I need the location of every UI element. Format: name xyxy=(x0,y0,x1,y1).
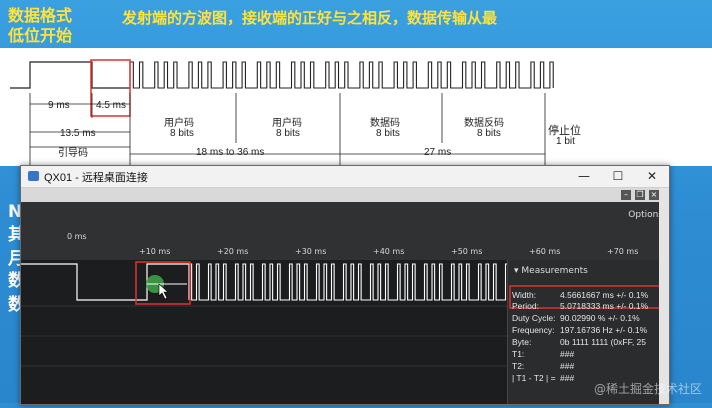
remote-desktop-icon xyxy=(28,171,39,181)
label-lead-code: 引导码 xyxy=(58,148,88,159)
watermark: @稀土掘金技术社区 xyxy=(593,382,702,396)
tick-label: +10 ms xyxy=(139,247,171,256)
measurement-value: 197.16736 Hz +/- 0.1% xyxy=(560,325,648,335)
tick-label: +60 ms xyxy=(529,247,561,256)
measurement-key: Frequency: xyxy=(512,325,555,335)
measurement-value: ### xyxy=(560,361,575,371)
measurement-value: 0b 1111 1111 (0xFF, 25 xyxy=(560,337,647,347)
captured-data-waveform xyxy=(188,263,509,301)
window-title: QX01 - 远程桌面连接 xyxy=(44,172,148,184)
tick-label: +20 ms xyxy=(217,247,249,256)
slide-title: 数据格式 低位开始 xyxy=(8,6,73,45)
measurement-value: ### xyxy=(560,349,575,359)
measurement-key: Width: xyxy=(512,290,537,300)
window-scrollbar[interactable] xyxy=(659,188,669,404)
toolbar-restore-icon[interactable]: ❐ xyxy=(635,190,645,200)
measurement-key: Duty Cycle: xyxy=(512,313,556,323)
tick-label: +50 ms xyxy=(451,247,483,256)
label-inverse-code-bits: 8 bits xyxy=(477,128,501,139)
measurement-row-period: Period: 5.0718333 ms +/- 0.1% xyxy=(512,301,648,311)
label-user-code-1: 用户码 xyxy=(164,118,194,129)
data-pulses xyxy=(129,61,554,89)
measurement-value: 4.5661667 ms +/- 0.1% xyxy=(560,290,649,300)
window-titlebar[interactable]: QX01 - 远程桌面连接 — ☐ ✕ xyxy=(21,166,669,188)
measurement-key: T1: xyxy=(512,349,525,359)
label-stop-bit-size: 1 bit xyxy=(556,136,575,147)
maximize-button[interactable]: ☐ xyxy=(601,166,635,187)
label-user-code-2-bits: 8 bits xyxy=(276,128,300,139)
label-4-5ms: 4.5 ms xyxy=(96,100,127,111)
label-13-5ms: 13.5 ms xyxy=(60,128,96,139)
label-user-code-1-bits: 8 bits xyxy=(170,128,194,139)
label-inverse-code: 数据反码 xyxy=(464,118,504,129)
measurement-row-t2: T2: ### xyxy=(512,361,574,371)
ir-timing-diagram: 9 ms 4.5 ms 13.5 ms 引导码 用户码 8 bits 用户码 8… xyxy=(0,48,712,166)
tick-label: +40 ms xyxy=(373,247,405,256)
label-user-code-2: 用户码 xyxy=(272,118,302,129)
measurement-value: 5.0718333 ms +/- 0.1% xyxy=(560,301,649,311)
measurement-key: Byte: xyxy=(512,337,532,347)
label-span-18-36: 18 ms to 36 ms xyxy=(196,147,265,158)
measurement-row-t1: T1: ### xyxy=(512,349,574,359)
lead-waveform xyxy=(10,61,130,89)
measurement-row-frequency: Frequency: 197.16736 Hz +/- 0.1% xyxy=(512,325,647,335)
measurement-value: ### xyxy=(560,373,575,383)
slide-subtitle: 发射端的方波图，接收端的正好与之相反，数据传输从最 xyxy=(122,9,498,27)
close-button[interactable]: ✕ xyxy=(635,166,669,187)
label-span-27: 27 ms xyxy=(424,147,452,158)
minimize-button[interactable]: — xyxy=(567,166,601,187)
label-9ms: 9 ms xyxy=(48,100,70,111)
captured-pulse-train xyxy=(188,263,509,301)
logic-trace-svg xyxy=(21,261,509,367)
remote-toolbar: – ❐ × xyxy=(21,188,669,202)
tick-label: +30 ms xyxy=(295,247,327,256)
measurement-key: T2: xyxy=(512,361,525,371)
toolbar-close-icon[interactable]: × xyxy=(649,190,659,200)
measurement-row-delta: | T1 - T2 | = ### xyxy=(512,373,574,383)
timeline-ruler[interactable]: Options 0 ms +10 ms +20 ms +30 ms +40 ms… xyxy=(21,202,669,260)
measurement-row-byte: Byte: 0b 1111 1111 (0xFF, 25 xyxy=(512,337,646,347)
measurement-row-duty: Duty Cycle: 90.02990 % +/- 0.1% xyxy=(512,313,640,323)
remote-desktop-window[interactable]: QX01 - 远程桌面连接 — ☐ ✕ – ❐ × Options 0 ms +… xyxy=(20,165,670,405)
measurement-row-width: Width: 4.5661667 ms +/- 0.1% xyxy=(512,290,648,300)
measurement-value: 90.02990 % +/- 0.1% xyxy=(560,313,640,323)
tick-label: +70 ms xyxy=(607,247,639,256)
data-pulse-train xyxy=(129,61,554,89)
options-button[interactable]: Options xyxy=(628,210,663,220)
measurement-key: Period: xyxy=(512,301,539,311)
toolbar-minimize-icon[interactable]: – xyxy=(621,190,631,200)
tick-label: 0 ms xyxy=(67,232,87,241)
label-data-code: 数据码 xyxy=(370,118,400,129)
label-data-code-bits: 8 bits xyxy=(376,128,400,139)
measurement-key: | T1 - T2 | = xyxy=(512,373,556,383)
